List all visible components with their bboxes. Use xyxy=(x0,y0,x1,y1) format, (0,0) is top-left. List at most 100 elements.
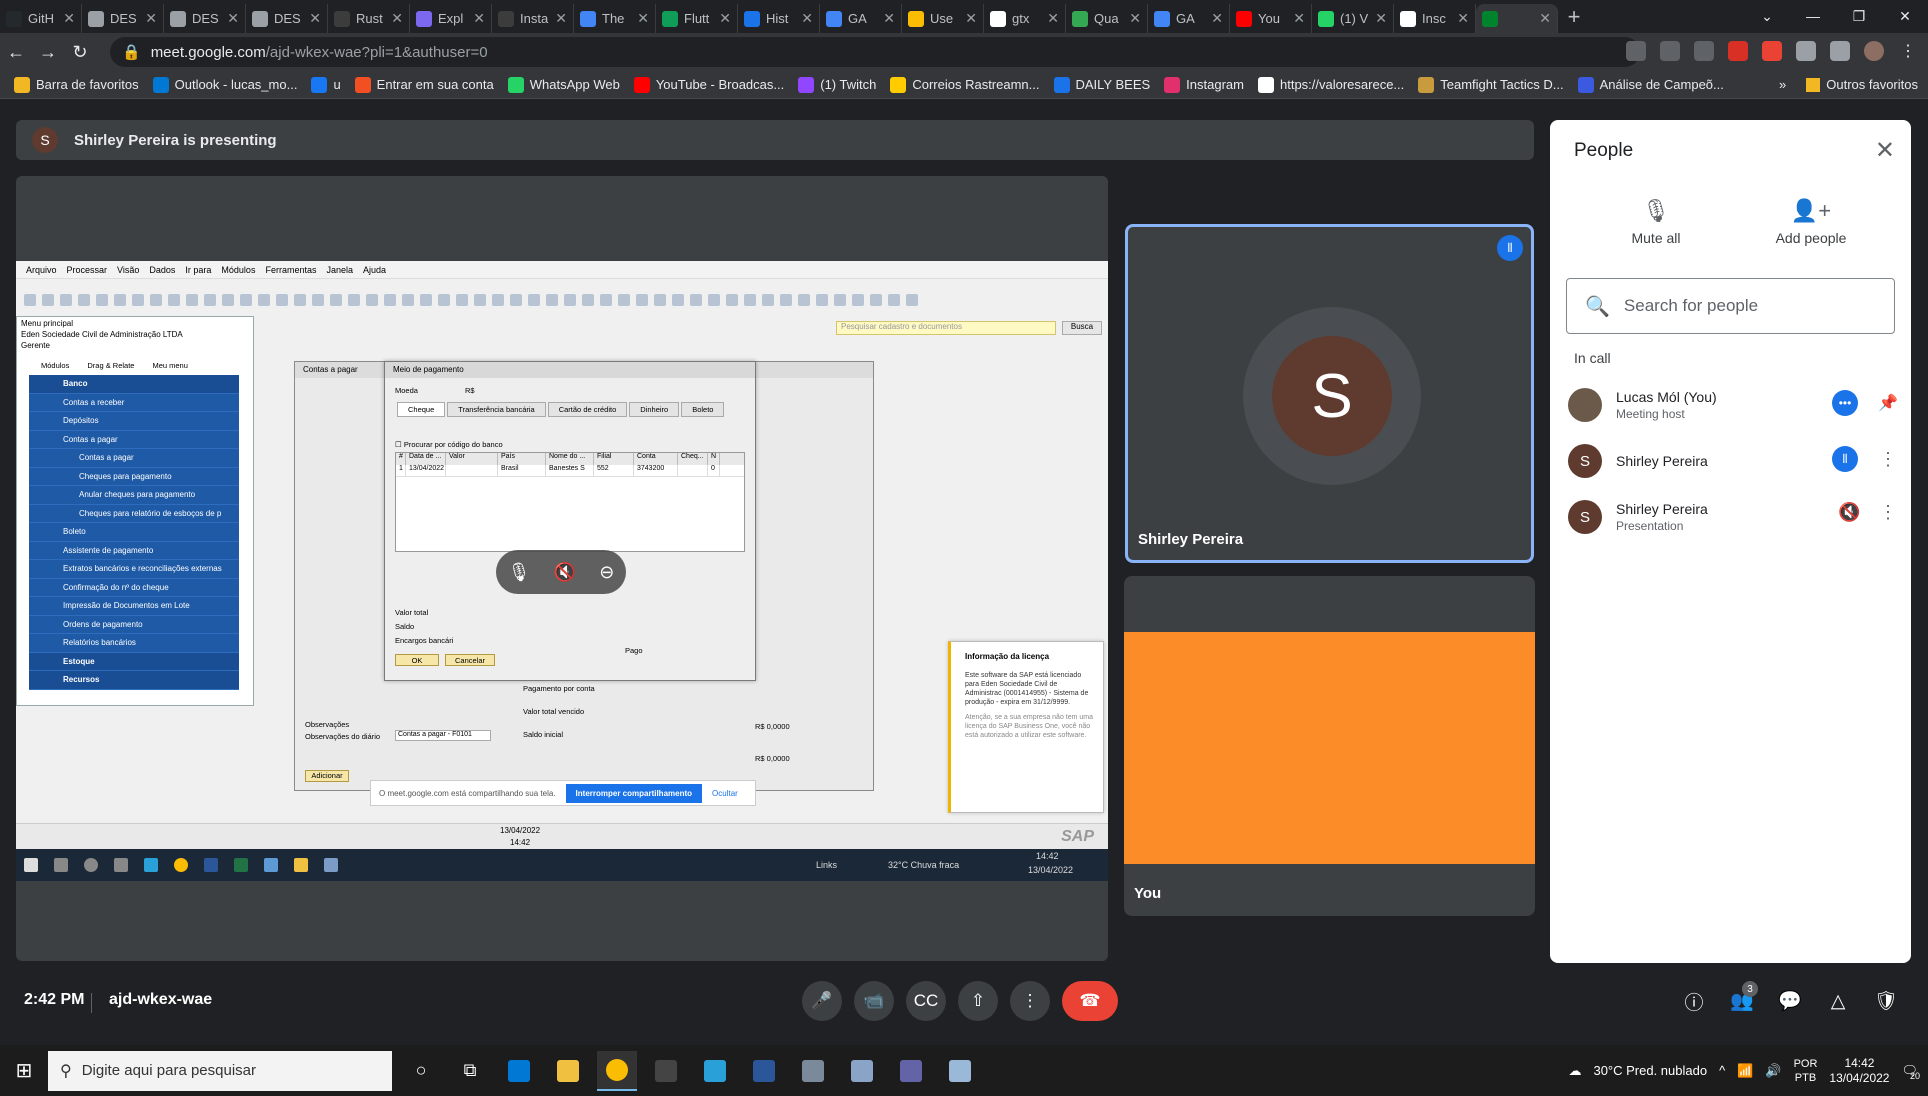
host-controls-icon[interactable]: 🛡 xyxy=(1866,981,1906,1021)
cortana-icon[interactable]: ○ xyxy=(401,1051,441,1091)
chevron-right-icon[interactable]: » xyxy=(1779,77,1786,92)
browser-tab[interactable]: Flutt ✕ xyxy=(656,4,738,33)
sidepanel-icon[interactable] xyxy=(1830,41,1850,61)
weather-text[interactable]: 30°C Pred. nublado xyxy=(1593,1063,1707,1078)
bookmark-item[interactable]: Outlook - lucas_mo... xyxy=(152,76,297,93)
close-tab-icon[interactable]: ✕ xyxy=(1129,10,1141,27)
star-icon[interactable] xyxy=(1694,41,1714,61)
activities-icon[interactable]: △ xyxy=(1818,981,1858,1021)
bookmark-item[interactable]: Entrar em sua conta xyxy=(354,76,494,93)
back-button[interactable]: ← xyxy=(0,42,32,63)
participant-tile-shirley[interactable]: ⦀ S Shirley Pereira xyxy=(1125,224,1534,563)
close-tab-icon[interactable]: ✕ xyxy=(309,10,321,27)
word-icon[interactable] xyxy=(744,1051,784,1091)
close-tab-icon[interactable]: ✕ xyxy=(391,10,403,27)
search-people-input[interactable]: 🔍 Search for people xyxy=(1566,278,1895,334)
browser-tab[interactable]: Insta ✕ xyxy=(492,4,574,33)
close-tab-icon[interactable]: ✕ xyxy=(883,10,895,27)
close-panel-button[interactable]: ✕ xyxy=(1875,136,1895,165)
file-explorer-icon[interactable] xyxy=(548,1051,588,1091)
browser-tab[interactable]: DES ✕ xyxy=(164,4,246,33)
close-tab-icon[interactable]: ✕ xyxy=(719,10,731,27)
close-tab-icon[interactable]: ✕ xyxy=(227,10,239,27)
minimize-button[interactable]: — xyxy=(1790,0,1836,33)
mute-all-button[interactable]: 🎙 Mute all xyxy=(1606,198,1706,246)
add-people-button[interactable]: 👤+ Add people xyxy=(1756,198,1866,246)
profile-avatar[interactable] xyxy=(1864,41,1884,61)
close-tab-icon[interactable]: ✕ xyxy=(1047,10,1059,27)
browser-tab[interactable]: (1) V ✕ xyxy=(1312,4,1394,33)
kebab-menu-icon[interactable]: ⋮ xyxy=(1878,449,1898,470)
close-tab-icon[interactable]: ✕ xyxy=(63,10,75,27)
windows-start-icon[interactable]: ⊞ xyxy=(0,1058,48,1083)
taskbar-search-input[interactable]: ⚲ Digite aqui para pesquisar xyxy=(48,1050,392,1091)
browser-tab[interactable]: GA ✕ xyxy=(820,4,902,33)
bookmark-item[interactable]: Teamfight Tactics D... xyxy=(1418,76,1564,93)
chat-icon[interactable]: 💬 xyxy=(1770,981,1810,1021)
close-tab-icon[interactable]: ✕ xyxy=(473,10,485,27)
info-icon[interactable]: ⓘ xyxy=(1674,981,1714,1021)
browser-tab[interactable]: Rust ✕ xyxy=(328,4,410,33)
extension-red-icon[interactable] xyxy=(1762,41,1782,61)
adblock-icon[interactable] xyxy=(1728,41,1748,61)
browser-tab[interactable]: gtx ✕ xyxy=(984,4,1066,33)
calculator-icon[interactable] xyxy=(793,1051,833,1091)
leave-call-button[interactable]: ☎ xyxy=(1062,981,1118,1021)
forward-button[interactable]: → xyxy=(32,42,64,63)
chrome-icon[interactable] xyxy=(597,1050,637,1091)
kebab-menu-icon[interactable]: ⋮ xyxy=(1878,502,1898,523)
microphone-button[interactable]: 🎤 xyxy=(802,981,842,1021)
close-tab-icon[interactable]: ✕ xyxy=(801,10,813,27)
close-tab-icon[interactable]: ✕ xyxy=(637,10,649,27)
bookmark-item[interactable]: Barra de favoritos xyxy=(14,76,139,93)
browser-tab[interactable]: Expl ✕ xyxy=(410,4,492,33)
close-tab-icon[interactable]: ✕ xyxy=(965,10,977,27)
present-screen-button[interactable]: ⇧ xyxy=(958,981,998,1021)
app-icon[interactable] xyxy=(842,1051,882,1091)
bookmark-item[interactable]: Instagram xyxy=(1164,76,1244,93)
teams-icon[interactable] xyxy=(891,1051,931,1091)
volume-icon[interactable]: 🔊 xyxy=(1765,1063,1781,1079)
browser-tab[interactable]: DES ✕ xyxy=(82,4,164,33)
other-favorites[interactable]: » Outros favoritos xyxy=(1779,77,1918,92)
browser-tab[interactable]: Insc ✕ xyxy=(1394,4,1476,33)
close-tab-icon[interactable]: ✕ xyxy=(1457,10,1469,27)
browser-tab[interactable]: Use ✕ xyxy=(902,4,984,33)
people-icon[interactable]: 👥 3 xyxy=(1722,981,1762,1021)
close-tab-icon[interactable]: ✕ xyxy=(555,10,567,27)
browser-tab[interactable]: Hist ✕ xyxy=(738,4,820,33)
taskbar-clock[interactable]: 14:42 13/04/2022 xyxy=(1829,1056,1889,1086)
bookmark-item[interactable]: WhatsApp Web xyxy=(507,76,620,93)
camera-icon[interactable] xyxy=(1626,41,1646,61)
browser-tab[interactable]: The ✕ xyxy=(574,4,656,33)
puzzle-icon[interactable] xyxy=(1796,41,1816,61)
taskview-icon[interactable]: ⧉ xyxy=(450,1051,490,1091)
notifications-icon[interactable]: 🗨 20 xyxy=(1901,1063,1920,1081)
bookmark-item[interactable]: DAILY BEES xyxy=(1053,76,1150,93)
bookmark-item[interactable]: https://valoresarece... xyxy=(1257,76,1404,93)
bookmark-item[interactable]: YouTube - Broadcas... xyxy=(633,76,784,93)
new-tab-button[interactable]: + xyxy=(1558,4,1590,30)
network-icon[interactable]: 📶 xyxy=(1737,1063,1753,1079)
browser-tab[interactable]: You ✕ xyxy=(1230,4,1312,33)
sap-app-icon[interactable] xyxy=(940,1051,980,1091)
browser-tab[interactable]: ✕ xyxy=(1476,4,1558,33)
camera-button[interactable]: 📹 xyxy=(854,981,894,1021)
more-options-icon[interactable]: ••• xyxy=(1832,390,1858,416)
captions-button[interactable]: CC xyxy=(906,981,946,1021)
terminal-icon[interactable] xyxy=(646,1051,686,1091)
bookmark-item[interactable]: Correios Rastreamn... xyxy=(890,76,1040,93)
reload-button[interactable]: ↻ xyxy=(64,42,96,63)
close-tab-icon[interactable]: ✕ xyxy=(1293,10,1305,27)
snip-icon[interactable] xyxy=(695,1051,735,1091)
bookmark-item[interactable]: Análise de Campeõ... xyxy=(1577,76,1724,93)
tray-chevron-icon[interactable]: ^ xyxy=(1719,1063,1725,1078)
browser-tab[interactable]: GitH ✕ xyxy=(0,4,82,33)
share-icon[interactable] xyxy=(1660,41,1680,61)
restore-button[interactable]: ❐ xyxy=(1836,0,1882,33)
weather-icon[interactable]: ☁ xyxy=(1568,1063,1581,1079)
tab-search-icon[interactable]: ⌄ xyxy=(1744,0,1790,33)
browser-tab[interactable]: Qua ✕ xyxy=(1066,4,1148,33)
close-tab-icon[interactable]: ✕ xyxy=(1375,10,1387,27)
language-indicator[interactable]: POR PTB xyxy=(1794,1057,1818,1085)
